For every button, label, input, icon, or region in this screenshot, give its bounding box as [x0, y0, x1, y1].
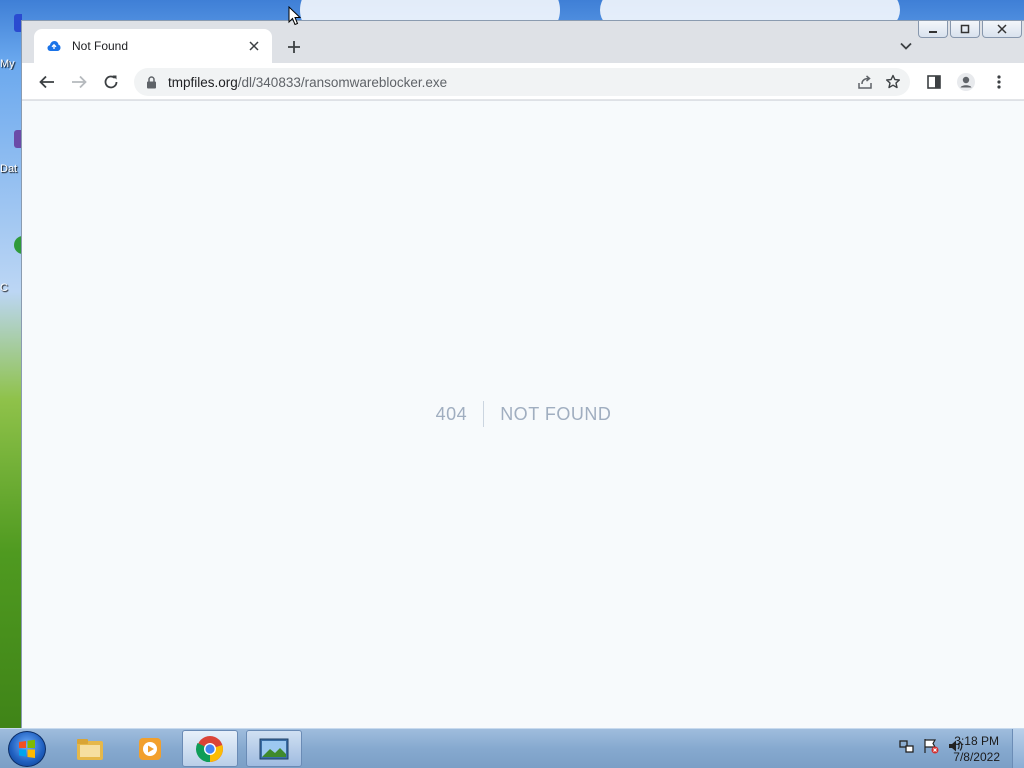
reload-icon — [104, 75, 118, 89]
back-button[interactable] — [36, 71, 58, 93]
address-url[interactable]: tmpfiles.org/dl/340833/ransomwareblocker… — [168, 75, 854, 90]
reload-button[interactable] — [100, 71, 122, 93]
taskbar-explorer-button[interactable] — [62, 730, 118, 767]
bookmark-button[interactable] — [882, 71, 904, 93]
star-icon — [886, 74, 900, 89]
tab-strip: Not Found — [22, 29, 1024, 63]
clock-time: 3:18 PM — [954, 734, 999, 748]
error-code: 404 — [436, 401, 485, 427]
tab-not-found[interactable]: Not Found — [34, 29, 272, 63]
share-icon — [858, 75, 872, 89]
taskbar-app-button[interactable] — [246, 730, 302, 767]
picture-viewer-icon — [259, 738, 289, 759]
desktop-icon-label[interactable]: My — [0, 58, 22, 70]
address-bar[interactable]: tmpfiles.org/dl/340833/ransomwareblocker… — [134, 68, 910, 96]
desktop-icon[interactable] — [0, 236, 22, 254]
page-content: 404 NOT FOUND — [22, 101, 1024, 728]
taskbar-clock[interactable]: 3:18 PM 7/8/2022 — [953, 733, 1000, 765]
network-icon[interactable] — [898, 737, 916, 755]
taskbar-chrome-button[interactable] — [182, 730, 238, 767]
desktop-icon[interactable] — [0, 130, 22, 148]
windows-logo-icon — [19, 739, 35, 758]
cloud-upload-icon — [46, 38, 62, 54]
mouse-cursor-icon — [288, 6, 302, 26]
action-center-flag-icon[interactable] — [922, 737, 940, 755]
browser-window: Not Found tmpfiles.org/dl/340833/ransomw… — [21, 20, 1024, 728]
profile-button[interactable] — [955, 71, 977, 93]
show-desktop-button[interactable] — [1012, 729, 1024, 768]
chrome-icon — [196, 735, 223, 762]
taskbar: 3:18 PM 7/8/2022 — [0, 728, 1024, 768]
avatar-icon — [957, 73, 975, 91]
forward-button[interactable] — [68, 71, 90, 93]
url-host: tmpfiles.org — [168, 74, 238, 90]
browser-toolbar: tmpfiles.org/dl/340833/ransomwareblocker… — [22, 63, 1024, 100]
url-path: /dl/340833/ransomwareblocker.exe — [237, 74, 448, 90]
tab-search-button[interactable] — [898, 38, 914, 54]
start-button[interactable] — [8, 731, 46, 767]
side-panel-button[interactable] — [923, 71, 945, 93]
close-icon — [249, 41, 259, 51]
desktop-icon-label[interactable]: C — [0, 282, 22, 294]
share-button[interactable] — [854, 71, 876, 93]
plus-icon — [288, 41, 300, 53]
folder-icon — [77, 738, 103, 760]
tab-close-button[interactable] — [246, 38, 262, 54]
media-player-icon — [139, 737, 161, 760]
arrow-right-icon — [72, 75, 87, 89]
clock-date: 7/8/2022 — [953, 750, 1000, 764]
error-text: NOT FOUND — [500, 403, 612, 424]
tab-title: Not Found — [72, 39, 129, 53]
desktop-icon-label[interactable]: Dat — [0, 163, 22, 175]
lock-icon — [146, 75, 160, 89]
arrow-left-icon — [39, 75, 54, 89]
new-tab-button[interactable] — [284, 37, 304, 57]
kebab-menu-icon — [997, 75, 1001, 89]
menu-button[interactable] — [988, 71, 1010, 93]
side-panel-icon — [927, 75, 941, 89]
chevron-down-icon — [900, 42, 912, 50]
desktop-icon[interactable] — [0, 14, 22, 32]
not-found-message: 404 NOT FOUND — [22, 401, 1024, 427]
taskbar-media-player-button[interactable] — [122, 730, 178, 767]
